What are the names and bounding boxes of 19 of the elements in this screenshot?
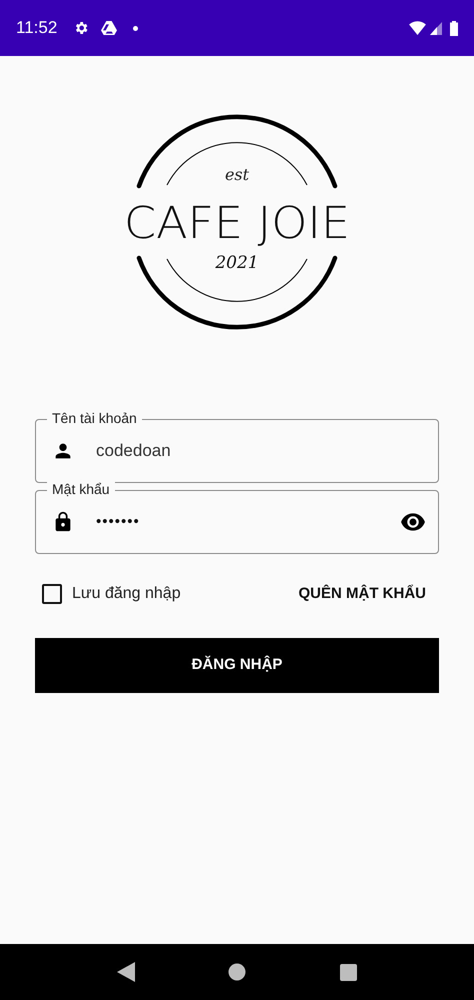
checkbox-label: Lưu đăng nhập: [72, 584, 181, 604]
forgot-password-link[interactable]: QUÊN MẬT KHẨU: [298, 582, 426, 606]
cafe-logo-drawing: est CAFE JOIE 2021: [117, 112, 357, 332]
cell-signal-icon: [430, 22, 442, 34]
wifi-icon: [409, 21, 426, 35]
clock-time: 11:52: [16, 17, 58, 40]
battery-icon: [450, 20, 458, 36]
eye-icon[interactable]: [400, 513, 426, 531]
remember-checkbox[interactable]: [42, 584, 62, 604]
field-label: Mật khẩu: [47, 481, 115, 497]
triangle-logo-icon: [101, 21, 118, 35]
home-icon[interactable]: [228, 963, 246, 981]
field-label: Tên tài khoản: [47, 410, 142, 426]
gear-icon: [73, 20, 90, 36]
field-value: codedoan: [96, 440, 171, 462]
login-button[interactable]: ĐĂNG NHẬP: [35, 638, 439, 693]
recents-icon[interactable]: [340, 964, 358, 980]
field-value: •••••••: [96, 512, 140, 532]
back-icon[interactable]: [116, 962, 135, 982]
